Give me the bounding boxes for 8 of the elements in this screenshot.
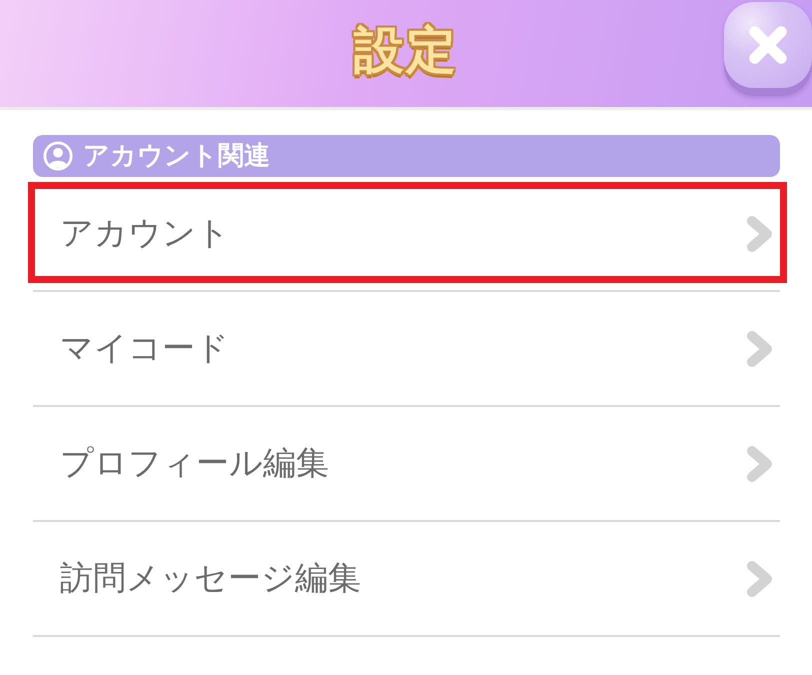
person-icon <box>43 141 73 171</box>
close-button[interactable] <box>724 2 812 96</box>
chevron-right-icon <box>746 214 774 252</box>
chevron-right-icon <box>746 560 774 598</box>
settings-title: 設定 <box>354 23 458 78</box>
chevron-right-icon <box>746 444 774 482</box>
section-title: アカウント関連 <box>83 143 270 169</box>
chevron-right-icon <box>746 330 774 368</box>
